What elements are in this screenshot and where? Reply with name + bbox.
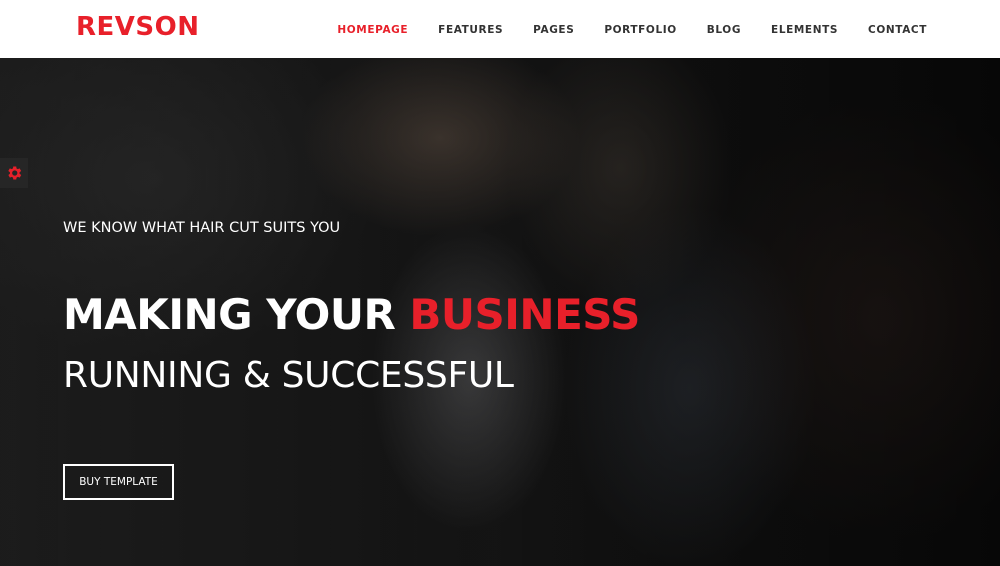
- nav-item-pages[interactable]: PAGES: [533, 24, 574, 36]
- gear-icon: [8, 166, 22, 180]
- nav-item-features[interactable]: FEATURES: [438, 24, 503, 36]
- hero-subtitle: WE KNOW WHAT HAIR CUT SUITS YOU: [63, 220, 341, 236]
- hero-title-line2: RUNNING & SUCCESSFUL: [63, 355, 514, 396]
- settings-toggle-button[interactable]: [0, 158, 28, 188]
- nav-item-elements[interactable]: ELEMENTS: [771, 24, 838, 36]
- hero-title-accent: BUSINESS: [409, 290, 640, 339]
- hero-title-part1: MAKING YOUR: [63, 290, 396, 339]
- site-header: REVSON HOMEPAGE FEATURES PAGES PORTFOLIO…: [0, 0, 1000, 58]
- site-logo[interactable]: REVSON: [76, 12, 200, 42]
- nav-item-portfolio[interactable]: PORTFOLIO: [604, 24, 676, 36]
- hero-title: MAKING YOUR BUSINESS: [63, 290, 640, 339]
- main-nav: HOMEPAGE FEATURES PAGES PORTFOLIO BLOG E…: [337, 0, 927, 58]
- buy-template-button[interactable]: BUY TEMPLATE: [63, 464, 174, 500]
- nav-item-blog[interactable]: BLOG: [707, 24, 741, 36]
- nav-item-homepage[interactable]: HOMEPAGE: [337, 24, 408, 36]
- nav-item-contact[interactable]: CONTACT: [868, 24, 927, 36]
